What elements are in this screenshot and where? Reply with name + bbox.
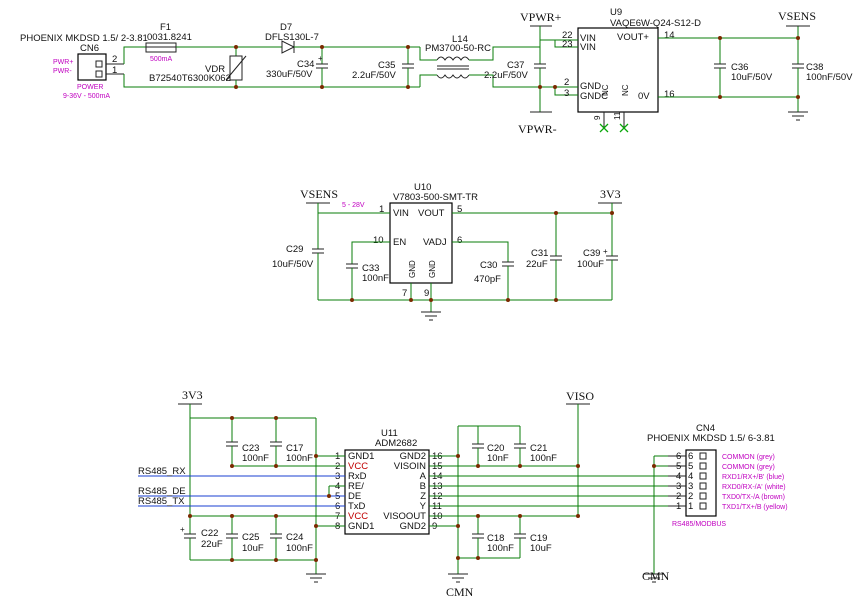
u9-vin2: VIN: [580, 42, 596, 53]
f1-rating: 500mA: [150, 56, 173, 63]
vsens-label-mid: VSENS: [300, 187, 338, 201]
cn4-pin-1-desc: TXD1/TX+/B (yellow): [722, 504, 788, 511]
c30-ref: C30: [480, 260, 497, 271]
u9-pin11: 11: [613, 111, 622, 120]
c24-value: 100nF: [286, 543, 313, 554]
cn4-pin-2-desc: TXD0/TX-/A (brown): [722, 494, 785, 501]
cn6-note1: POWER: [77, 84, 103, 91]
u9-ref: U9: [610, 7, 622, 18]
cn6-pin2: 2: [112, 54, 117, 65]
c35-value: 2.2uF/50V: [352, 70, 396, 81]
vpwr-minus-label: VPWR-: [518, 122, 557, 136]
vpwr-plus-label: VPWR+: [520, 10, 562, 24]
c18-value: 100nF: [487, 543, 514, 554]
u9-pin14: 14: [664, 30, 675, 41]
cmn-label-2: CMN: [642, 569, 670, 583]
u9-pin3: 3: [564, 88, 569, 99]
inductor-l14: [436, 56, 470, 61]
u10-gnd1: GND: [408, 260, 417, 278]
svg-text:+: +: [318, 54, 323, 63]
f1-value: 0031.8241: [147, 32, 192, 43]
power-input-section: PHOENIX MKDSD 1.5/ 2-3.81 CN6 PWR+ PWR- …: [20, 7, 853, 136]
c38-value: 100nF/50V: [806, 72, 853, 83]
regulator-section: VSENS 5 - 28V 3V3 U10 V7803-500-SMT-TR V…: [272, 182, 622, 321]
rs485-rx-label: RS485_RX: [138, 466, 186, 477]
u10-pin6: 6: [457, 235, 462, 246]
d7-value: DFLS130L-7: [265, 32, 319, 43]
u11-pin-9-name: GND2: [400, 521, 426, 532]
u10-vin: VIN: [393, 208, 409, 219]
u9-pin16: 16: [664, 89, 675, 100]
c25-ref: C25: [242, 532, 259, 543]
u9-pin23: 23: [562, 39, 573, 50]
u11-pin-8-name: GND1: [348, 521, 374, 532]
u9-0v: 0V: [638, 91, 650, 102]
c33-value: 100nF: [362, 273, 389, 284]
cn6-ref: CN6: [80, 43, 99, 54]
u10-pin10: 10: [373, 235, 384, 246]
gnd-symbol-mid: [421, 311, 441, 321]
c36-value: 10uF/50V: [731, 72, 773, 83]
c30-value: 470pF: [474, 274, 501, 285]
c19-value: 10uF: [530, 543, 552, 554]
cn4-pin-3-desc: RXD0/RX-/A' (white): [722, 484, 786, 491]
c23-value: 100nF: [242, 453, 269, 464]
c29-value: 10uF/50V: [272, 259, 314, 270]
c31-ref: C31: [531, 248, 548, 259]
svg-text:+: +: [180, 525, 185, 534]
cn4-pin-5-desc: COMMON (grey): [722, 464, 775, 471]
u9-nc2: NC: [621, 84, 630, 96]
svg-text:+: +: [603, 247, 608, 256]
u9-pin9: 9: [593, 115, 602, 120]
viso-label: VISO: [566, 389, 594, 403]
u9-value: VAQE6W-Q24-S12-D: [610, 18, 701, 29]
cn4-pin-6-desc: COMMON (grey): [722, 454, 775, 461]
u10-pin7: 7: [402, 288, 407, 299]
u10-pin9: 9: [424, 288, 429, 299]
cn4-pin-4-desc: RXD1/RX+/B' (blue): [722, 474, 784, 481]
c29-ref: C29: [286, 244, 303, 255]
input-range-note: 5 - 28V: [342, 202, 365, 209]
vdr-value: B72540T6300K062: [149, 73, 231, 84]
c39-value: 100uF: [577, 259, 604, 270]
u10-vout: VOUT: [418, 208, 445, 219]
u9-vout: VOUT+: [617, 32, 649, 43]
schematic-canvas: PHOENIX MKDSD 1.5/ 2-3.81 CN6 PWR+ PWR- …: [20, 7, 853, 599]
cn4-pin-1-number: 1: [676, 501, 681, 512]
u10-en: EN: [393, 237, 406, 248]
c25-value: 10uF: [242, 543, 264, 554]
gnd-symbol-bot-mid: [448, 573, 468, 583]
cn6-pin2-label: PWR+: [53, 59, 73, 66]
v3v3-label-bot: 3V3: [182, 388, 203, 402]
l14-value: PM3700-50-RC: [425, 43, 491, 54]
v3v3-label-mid: 3V3: [600, 187, 621, 201]
c22-ref: C22: [201, 528, 218, 539]
cn6-note2: 9-36V - 500mA: [63, 93, 110, 100]
u11-value: ADM2682: [375, 438, 417, 449]
cn6-pin1-label: PWR-: [53, 68, 72, 75]
gnd-symbol-bot-left: [306, 573, 326, 583]
rs485-section: 3V3 VISO U11 ADM2682 1 GND12 VCC3 RxD4 RE/5 D…: [138, 388, 788, 599]
c21-value: 100nF: [530, 453, 557, 464]
c17-value: 100nF: [286, 453, 313, 464]
c24-ref: C24: [286, 532, 303, 543]
c20-value: 10nF: [487, 453, 509, 464]
u10-value: V7803-500-SMT-TR: [393, 192, 478, 203]
c34-value: 330uF/50V: [266, 69, 313, 80]
c31-value: 22uF: [526, 259, 548, 270]
gnd-symbol-top: [788, 111, 808, 121]
u10-gnd2: GND: [428, 260, 437, 278]
vsens-label-top: VSENS: [778, 9, 816, 23]
c37-value: 2.2uF/50V: [484, 70, 528, 81]
u9-pin2: 2: [564, 77, 569, 88]
u10-vadj: VADJ: [423, 237, 447, 248]
c22-value: 22uF: [201, 539, 223, 550]
cn4-label: RS485/MODBUS: [672, 521, 726, 528]
cmn-label-1: CMN: [446, 585, 474, 599]
c39-ref: C39: [583, 248, 600, 259]
u9-nc1: NC: [601, 84, 610, 96]
cn4-value: PHOENIX MKDSD 1.5/ 6-3.81: [647, 433, 775, 444]
rs485-tx-label: RS485_TX: [138, 496, 185, 507]
cn4-pin-1-inner: 1: [688, 501, 693, 512]
